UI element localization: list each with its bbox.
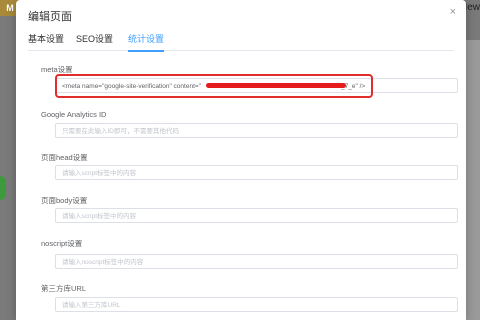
head-input[interactable]: 请输入script标签中的内容 bbox=[55, 165, 458, 180]
tab-basic-settings[interactable]: 基本设置 bbox=[28, 32, 64, 50]
third-party-input[interactable]: 请输入第三方库URL bbox=[55, 297, 458, 312]
background-badge bbox=[0, 176, 6, 200]
body-input[interactable]: 请输入script标签中的内容 bbox=[55, 208, 458, 223]
body-label: 页面body设置 bbox=[41, 196, 88, 205]
background-card bbox=[466, 40, 480, 320]
ga-input[interactable]: 只需要在此输入ID即可，不需要其他代码 bbox=[55, 123, 458, 138]
tab-bar: 基本设置 SEO设置 统计设置 bbox=[28, 30, 454, 52]
third-party-label: 第三方库URL bbox=[41, 284, 87, 293]
noscript-input[interactable]: 请输入noscript标签中的内容 bbox=[55, 254, 458, 269]
modal-title: 编辑页面 bbox=[28, 11, 72, 23]
tab-seo-settings[interactable]: SEO设置 bbox=[76, 32, 113, 50]
highlight-annotation bbox=[55, 74, 373, 98]
tab-stats-settings[interactable]: 统计设置 bbox=[128, 32, 165, 52]
edit-page-modal: 编辑页面 × 基本设置 SEO设置 统计设置 meta设置 <meta name… bbox=[16, 0, 466, 320]
noscript-label: noscript设置 bbox=[41, 239, 83, 248]
close-icon[interactable]: × bbox=[450, 6, 456, 18]
head-label: 页面head设置 bbox=[41, 153, 88, 162]
ga-label: Google Analytics ID bbox=[41, 110, 107, 119]
